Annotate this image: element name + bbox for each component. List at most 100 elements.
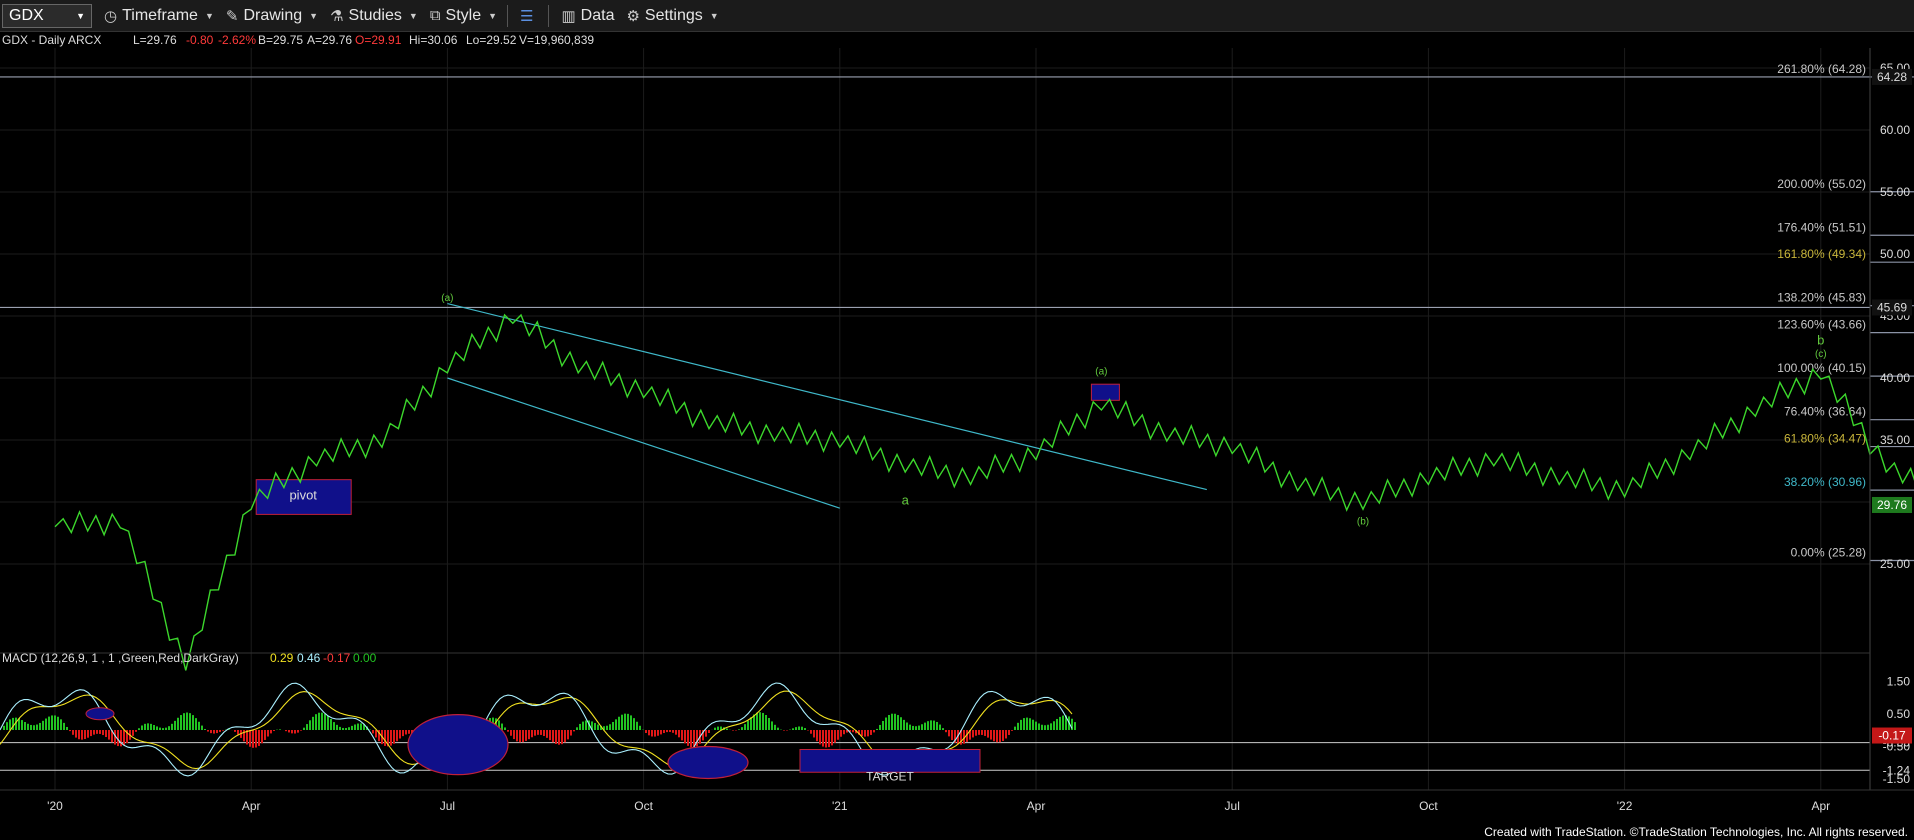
macd-histogram-bar (54, 715, 56, 730)
macd-histogram-bar (978, 730, 980, 735)
macd-histogram-bar (639, 725, 641, 730)
macd-histogram-bar (399, 730, 401, 739)
macd-histogram-bar (885, 717, 887, 730)
macd-histogram-bar (183, 713, 185, 730)
macd-histogram-bar (798, 726, 800, 730)
fib-level-label: 100.00% (40.15) (1777, 361, 1866, 375)
macd-histogram-bar (903, 719, 905, 730)
macd-histogram-bar (222, 730, 224, 731)
macd-histogram-bar (525, 730, 527, 741)
macd-histogram-bar (540, 730, 542, 735)
macd-histogram-bar (162, 728, 164, 730)
x-tick-label: '21 (832, 799, 848, 813)
macd-histogram-bar (174, 720, 176, 730)
macd-histogram-bar (984, 730, 986, 736)
macd-histogram-bar (888, 714, 890, 730)
macd-histogram-bar (21, 720, 23, 730)
macd-histogram-bar (816, 730, 818, 742)
macd-histogram-bar (303, 727, 305, 730)
macd-histogram-bar (102, 730, 104, 736)
fib-price-tag: 64.28 (1877, 70, 1907, 84)
macd-histogram-bar (330, 718, 332, 730)
macd-histogram-bar (651, 730, 653, 737)
macd-histogram-bar (738, 729, 740, 730)
macd-histogram-bar (663, 730, 665, 734)
macd-histogram-bar (879, 724, 881, 730)
macd-histogram-bar (135, 730, 137, 732)
macd-histogram-bar (132, 730, 134, 736)
macd-histogram-bar (558, 730, 560, 745)
macd-histogram-bar (627, 713, 629, 730)
grid (0, 48, 1870, 790)
quote-bid: B=29.75 (258, 33, 303, 47)
macd-histogram-bar (279, 729, 281, 730)
fib-level-label: 76.40% (36.64) (1784, 405, 1866, 419)
macd-histogram-bar (852, 730, 854, 733)
macd-histogram-bar (1026, 717, 1028, 730)
macd-histogram-bar (678, 730, 680, 738)
macd-histogram-bar (9, 719, 11, 730)
macd-histogram-bar (504, 727, 506, 730)
macd-histogram-bar (3, 725, 5, 730)
macd-histogram-bar (918, 725, 920, 730)
macd-histogram-bar (57, 716, 59, 730)
macd-histogram-bar (774, 724, 776, 730)
macd-histogram-bar (1044, 725, 1046, 730)
macd-histogram-bar (813, 730, 815, 738)
macd-histogram-bar (213, 730, 215, 734)
macd-histogram-bar (804, 728, 806, 730)
macd-histogram-bar (882, 720, 884, 730)
quote-ask: A=29.76 (307, 33, 352, 47)
macd-histogram-bar (372, 730, 374, 734)
macd-histogram-bar (618, 716, 620, 730)
macd-histogram-bar (342, 727, 344, 730)
macd-histogram-bar (594, 722, 596, 730)
macd-histogram-bar (150, 723, 152, 730)
macd-histogram-bar (567, 730, 569, 740)
macd-histogram-bar (336, 724, 338, 730)
macd-histogram-bar (1011, 730, 1013, 731)
macd-histogram-bar (828, 730, 830, 748)
macd-histogram-bar (606, 725, 608, 730)
fib-level-label: 38.20% (30.96) (1784, 475, 1866, 489)
last-price-tag: 29.76 (1877, 498, 1907, 512)
macd-histogram-bar (645, 730, 647, 733)
macd-histogram-bar (825, 730, 827, 748)
macd-histogram-bar (207, 730, 209, 732)
macd-histogram-bar (822, 730, 824, 747)
macd-histogram-bar (672, 730, 674, 733)
macd-histogram-bar (675, 730, 677, 735)
macd-histogram-bar (168, 726, 170, 730)
macd-histogram-bar (765, 715, 767, 730)
macd-histogram-bar (360, 723, 362, 730)
macd-ellipse (407, 714, 509, 776)
macd-histogram-bar (6, 722, 8, 730)
macd-histogram-bar (510, 730, 512, 736)
macd-histogram-bar (915, 726, 917, 730)
macd-histogram-bar (24, 722, 26, 730)
macd-histogram-bar (921, 724, 923, 730)
x-tick-label: Oct (634, 799, 653, 813)
wave-labels: (a)a(a)(b)b(c)c(b)(1)(2)(3)(4)(5)1abc2(1… (441, 293, 1827, 527)
macd-ellipse (85, 707, 115, 721)
macd-histogram-bar (516, 730, 518, 742)
macd-histogram-bar (636, 721, 638, 730)
macd-histogram-bar (684, 730, 686, 744)
macd-histogram-bar (66, 726, 68, 730)
macd-histogram-bar (876, 728, 878, 730)
price-chart[interactable]: 261.80% (64.28) 200.00% (55.02) 176.40% (5… (0, 0, 1914, 840)
macd-histogram-bar (783, 730, 785, 731)
macd-histogram-bar (705, 730, 707, 737)
macd-histogram-bar (612, 721, 614, 730)
quote-last: L=29.76 (133, 33, 177, 47)
wave-label: (c) (1815, 349, 1827, 360)
macd-histogram-bar (348, 727, 350, 730)
macd-histogram-bar (1035, 721, 1037, 730)
macd-histogram-bar (900, 717, 902, 730)
macd-histogram-bar (234, 730, 236, 732)
macd-histogram-bar (357, 723, 359, 730)
macd-histogram-bar (87, 730, 89, 738)
macd-histogram-bar (573, 730, 575, 732)
macd-histogram-bar (609, 724, 611, 730)
macd-histogram-bar (1014, 726, 1016, 730)
